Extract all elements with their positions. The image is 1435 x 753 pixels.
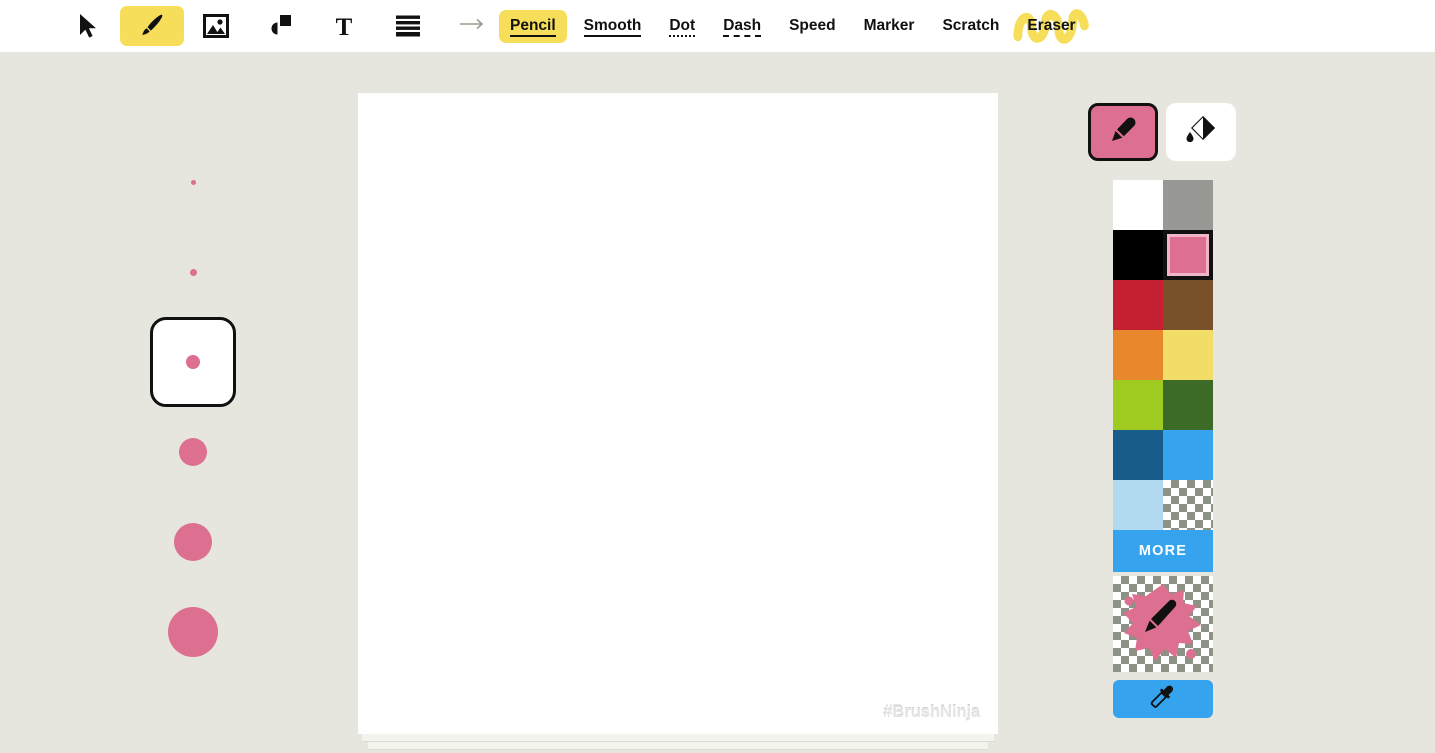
eyedropper-button[interactable] xyxy=(1113,680,1213,718)
text-t-icon: T xyxy=(332,13,356,39)
brush-size-dot xyxy=(179,438,207,466)
brush-preview xyxy=(1113,576,1213,672)
drawing-canvas[interactable]: #BrushNinja xyxy=(358,93,998,734)
color-swatch-light-blue[interactable] xyxy=(1163,430,1213,480)
brush-size-option-3[interactable] xyxy=(150,317,236,407)
fill-mode-button[interactable] xyxy=(1166,103,1236,161)
brush-size-dot xyxy=(189,268,197,276)
brush-style-pencil[interactable]: Pencil xyxy=(499,9,567,43)
top-toolbar: T Pencil Smooth Dot Dash Speed Marker Sc… xyxy=(0,0,1435,52)
color-panel: MORE xyxy=(1088,103,1248,718)
color-swatch-transparent[interactable] xyxy=(1163,480,1213,530)
color-swatch-red[interactable] xyxy=(1113,280,1163,330)
text-tool[interactable]: T xyxy=(312,6,376,46)
svg-text:T: T xyxy=(336,14,353,39)
paintbrush-icon xyxy=(140,13,164,39)
more-colors-button[interactable]: MORE xyxy=(1113,530,1213,572)
pencil-mode-button[interactable] xyxy=(1088,103,1158,161)
color-swatch-pale-blue[interactable] xyxy=(1113,480,1163,530)
color-swatch-gray[interactable] xyxy=(1163,180,1213,230)
brush-style-smooth[interactable]: Smooth xyxy=(573,10,653,43)
more-colors-label: MORE xyxy=(1138,543,1188,559)
color-swatch-orange[interactable] xyxy=(1113,330,1163,380)
color-swatch-green[interactable] xyxy=(1163,380,1213,430)
pencil-icon xyxy=(1106,113,1140,152)
brush-size-selector xyxy=(150,137,236,677)
brush-size-option-1[interactable] xyxy=(150,137,236,227)
eyedropper-icon xyxy=(1150,684,1176,715)
layers-stack-icon xyxy=(395,14,421,38)
layers-tool[interactable] xyxy=(376,6,440,46)
canvas-stack: #BrushNinja xyxy=(358,93,998,750)
arrow-right-icon xyxy=(460,17,486,35)
color-swatch-lime[interactable] xyxy=(1113,380,1163,430)
brush-style-dash[interactable]: Dash xyxy=(712,10,772,43)
toolbar-separator-arrow xyxy=(450,17,496,35)
paint-mode-row xyxy=(1088,103,1248,161)
color-swatch-yellow[interactable] xyxy=(1163,330,1213,380)
image-icon xyxy=(203,14,229,38)
cursor-arrow-icon xyxy=(77,13,99,39)
frame-stack-sheet-3 xyxy=(368,742,988,750)
brush-size-dot xyxy=(168,607,218,657)
color-swatch-dark-blue[interactable] xyxy=(1113,430,1163,480)
brush-style-dot[interactable]: Dot xyxy=(658,10,706,43)
color-swatch-pink[interactable] xyxy=(1163,230,1213,280)
brush-style-eraser[interactable]: Eraser xyxy=(1013,8,1090,44)
brush-style-marker[interactable]: Marker xyxy=(853,10,926,43)
color-swatch-white[interactable] xyxy=(1113,180,1163,230)
brush-style-speed[interactable]: Speed xyxy=(778,10,847,43)
paint-splat-pencil-icon xyxy=(1113,576,1213,672)
watermark-label: #BrushNinja xyxy=(883,702,980,721)
color-swatch-brown[interactable] xyxy=(1163,280,1213,330)
brush-size-dot xyxy=(190,179,196,185)
color-swatch-black[interactable] xyxy=(1113,230,1163,280)
image-tool[interactable] xyxy=(184,6,248,46)
frame-stack-sheet-2 xyxy=(362,734,994,742)
shapes-icon xyxy=(267,14,293,38)
brush-size-dot xyxy=(174,523,212,561)
brush-size-option-6[interactable] xyxy=(150,587,236,677)
brush-size-dot xyxy=(186,355,200,369)
paint-bucket-icon xyxy=(1184,113,1218,152)
select-tool[interactable] xyxy=(56,6,120,46)
brush-tool[interactable] xyxy=(120,6,184,46)
brush-size-option-2[interactable] xyxy=(150,227,236,317)
editor-stage: #BrushNinja MORE xyxy=(0,52,1435,753)
brush-size-option-5[interactable] xyxy=(150,497,236,587)
color-swatch-grid xyxy=(1113,180,1213,530)
brush-size-option-4[interactable] xyxy=(150,407,236,497)
brush-style-scratch[interactable]: Scratch xyxy=(931,10,1010,43)
shapes-tool[interactable] xyxy=(248,6,312,46)
